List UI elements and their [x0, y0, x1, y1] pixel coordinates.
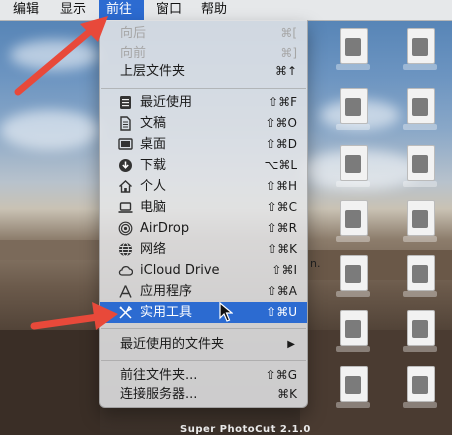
- airdrop-icon: [118, 221, 133, 236]
- watermark-caption: Super PhotoCut 2.1.0: [180, 424, 311, 435]
- applications-icon: [119, 285, 132, 298]
- shortcut-label: ⌥⌘L: [264, 158, 297, 172]
- laptop-icon: [118, 202, 133, 213]
- menu-item-recent-folders[interactable]: 最近使用的文件夹 ▶: [100, 334, 307, 355]
- desktop-file-icon[interactable]: [403, 255, 437, 297]
- menu-separator: [101, 360, 306, 361]
- desktop-file-icon[interactable]: [403, 200, 437, 242]
- menu-item-computer[interactable]: 电脑 ⇧⌘C: [100, 197, 307, 218]
- menu-bar: 编辑 显示 前往 窗口 帮助: [0, 0, 452, 21]
- go-menu-dropdown: 向后 ⌘[ 向前 ⌘] 上层文件夹 ⌘↑ 最近使用 ⇧⌘F 文稿 ⇧⌘O 桌面 …: [99, 20, 308, 408]
- shortcut-label: ⇧⌘U: [266, 305, 297, 319]
- shortcut-label: ⇧⌘C: [266, 200, 297, 214]
- submenu-arrow-icon: ▶: [287, 339, 295, 350]
- menu-separator: [101, 88, 306, 89]
- home-icon: [119, 180, 132, 193]
- menu-item-utilities[interactable]: 实用工具 ⇧⌘U: [100, 302, 307, 323]
- menu-item-connect-to-server[interactable]: 连接服务器... ⌘K: [100, 384, 307, 405]
- menu-item-label: 连接服务器...: [120, 387, 198, 402]
- menu-item-home[interactable]: 个人 ⇧⌘H: [100, 176, 307, 197]
- menu-item-label: 文稿: [140, 116, 167, 131]
- menu-item-label: AirDrop: [140, 221, 190, 236]
- shortcut-label: ⇧⌘A: [266, 284, 297, 298]
- shortcut-label: ⇧⌘F: [268, 95, 297, 109]
- recents-icon: [120, 96, 131, 109]
- shortcut-label: ⌘[: [280, 26, 297, 40]
- menu-item-label: 电脑: [140, 200, 167, 215]
- menu-item-label: 网络: [140, 242, 167, 257]
- desktop-icon: [118, 138, 133, 150]
- document-icon: [120, 116, 131, 131]
- menu-item-icloud-drive[interactable]: iCloud Drive ⇧⌘I: [100, 260, 307, 281]
- menu-item-label: iCloud Drive: [140, 263, 220, 278]
- desktop-file-icon[interactable]: [336, 88, 370, 130]
- menu-item-downloads[interactable]: 下载 ⌥⌘L: [100, 155, 307, 176]
- desktop-file-icon[interactable]: [403, 28, 437, 70]
- shortcut-label: ⇧⌘K: [267, 242, 297, 256]
- menu-item-label: 最近使用: [140, 95, 193, 110]
- shortcut-label: ⇧⌘O: [265, 116, 298, 130]
- menu-item-label: 向后: [120, 26, 147, 41]
- menu-item-recents[interactable]: 最近使用 ⇧⌘F: [100, 92, 307, 113]
- menu-window[interactable]: 窗口: [149, 0, 189, 20]
- desktop-file-icon[interactable]: [336, 28, 370, 70]
- menu-item-go-to-folder[interactable]: 前往文件夹... ⇧⌘G: [100, 365, 307, 386]
- menu-item-airdrop[interactable]: AirDrop ⇧⌘R: [100, 218, 307, 239]
- globe-icon: [119, 242, 132, 257]
- desktop-partial-text: n.: [310, 257, 321, 270]
- menu-view[interactable]: 显示: [53, 0, 93, 20]
- desktop-file-icon[interactable]: [336, 366, 370, 408]
- menu-item-back: 向后 ⌘[: [100, 23, 307, 44]
- shortcut-label: ⇧⌘R: [266, 221, 297, 235]
- shortcut-label: ⇧⌘H: [265, 179, 297, 193]
- menu-item-desktop[interactable]: 桌面 ⇧⌘D: [100, 134, 307, 155]
- shortcut-label: ⌘K: [277, 387, 297, 401]
- menu-separator: [101, 328, 306, 329]
- cloud-icon: [118, 265, 133, 276]
- desktop-file-icon[interactable]: [336, 200, 370, 242]
- desktop-file-icon[interactable]: [336, 310, 370, 352]
- menu-item-applications[interactable]: 应用程序 ⇧⌘A: [100, 281, 307, 302]
- shortcut-label: ⇧⌘G: [265, 368, 297, 382]
- desktop-file-icon[interactable]: [403, 88, 437, 130]
- menu-item-label: 实用工具: [140, 305, 193, 320]
- menu-edit[interactable]: 编辑: [6, 0, 46, 20]
- desktop-file-icon[interactable]: [403, 366, 437, 408]
- menu-item-label: 最近使用的文件夹: [120, 337, 225, 352]
- menu-item-network[interactable]: 网络 ⇧⌘K: [100, 239, 307, 260]
- menu-item-label: 桌面: [140, 137, 167, 152]
- menu-item-label: 个人: [140, 179, 167, 194]
- menu-item-enclosing-folder[interactable]: 上层文件夹 ⌘↑: [100, 61, 307, 82]
- desktop-file-icon[interactable]: [336, 145, 370, 187]
- menu-item-label: 下载: [140, 158, 167, 173]
- menu-help[interactable]: 帮助: [194, 0, 234, 20]
- download-icon: [119, 159, 132, 172]
- shortcut-label: ⌘↑: [274, 64, 297, 78]
- menu-item-label: 前往文件夹...: [120, 368, 198, 383]
- menu-item-label: 应用程序: [140, 284, 193, 299]
- desktop-file-icon[interactable]: [336, 255, 370, 297]
- desktop-file-icon[interactable]: [403, 310, 437, 352]
- menu-go[interactable]: 前往: [99, 0, 144, 20]
- menu-item-label: 上层文件夹: [120, 64, 186, 79]
- shortcut-label: ⇧⌘D: [265, 137, 297, 151]
- utilities-tools-icon: [119, 305, 133, 319]
- shortcut-label: ⇧⌘I: [271, 263, 297, 277]
- mouse-pointer-icon: [219, 302, 233, 322]
- desktop-file-icon[interactable]: [403, 145, 437, 187]
- menu-item-documents[interactable]: 文稿 ⇧⌘O: [100, 113, 307, 134]
